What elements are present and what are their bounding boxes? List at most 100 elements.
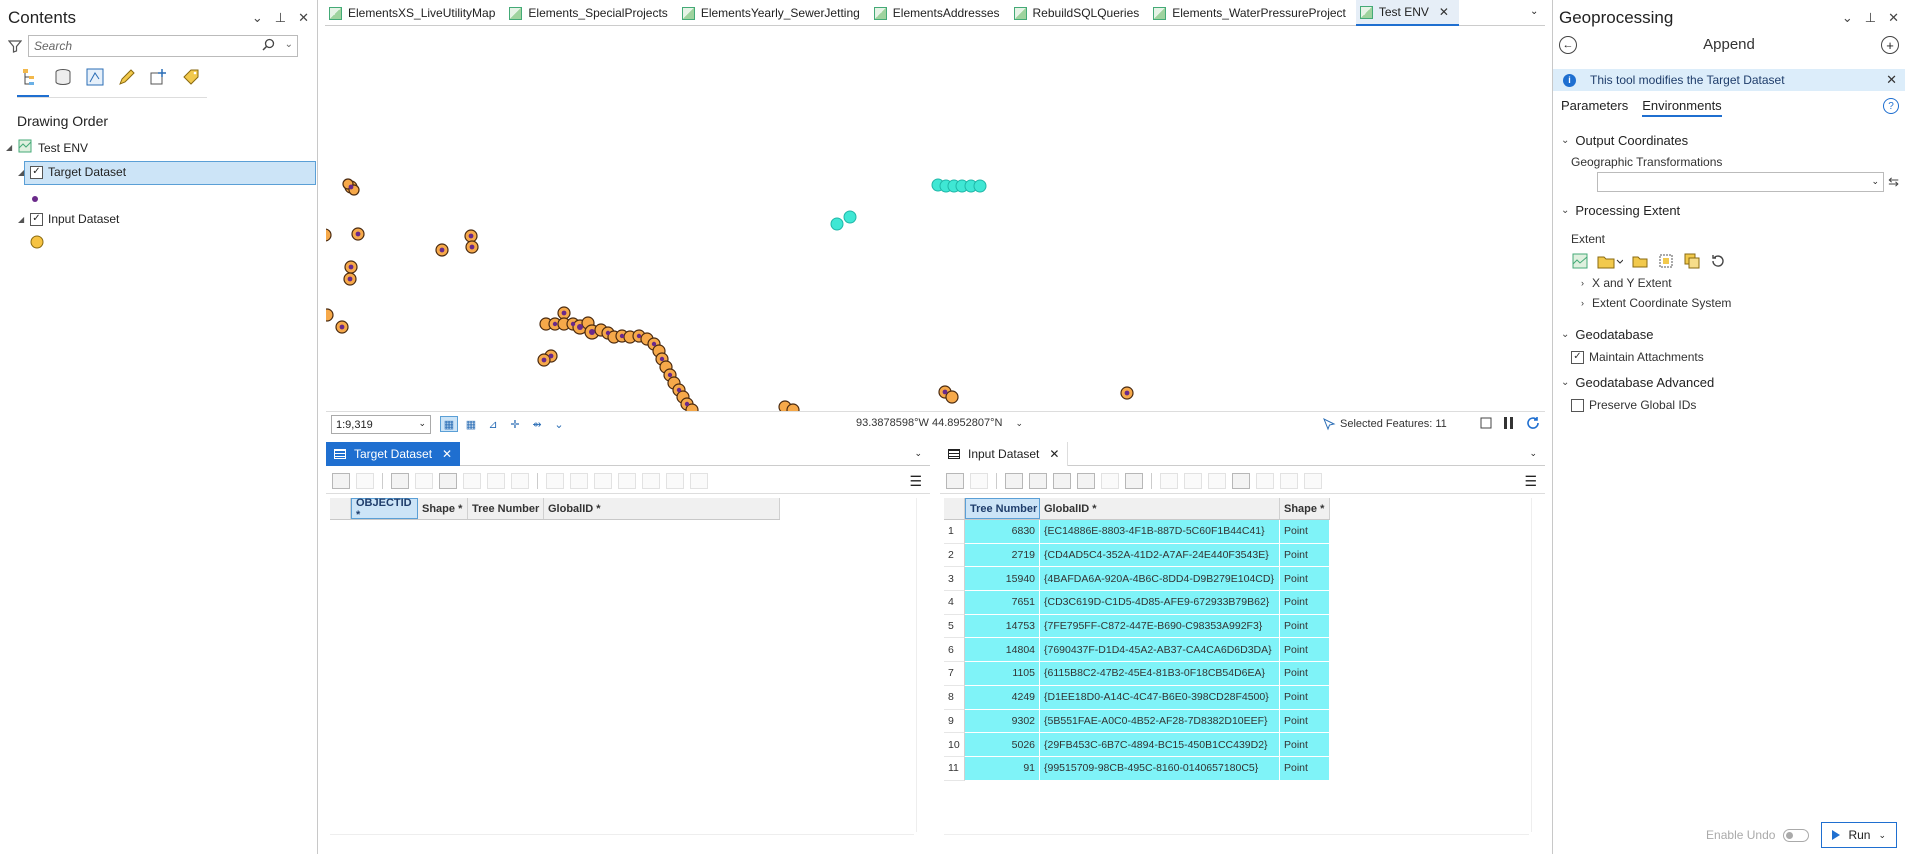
fixed-zoom-icon[interactable]: ▦	[440, 416, 458, 432]
row-number[interactable]: 3	[944, 567, 965, 592]
help-icon[interactable]: ?	[1883, 98, 1899, 114]
preserve-global-ids-option[interactable]: Preserve Global IDs	[1571, 398, 1696, 412]
tab-elements-specialprojects[interactable]: Elements_SpecialProjects	[505, 0, 677, 26]
list-by-drawing-order-icon[interactable]	[20, 66, 42, 88]
section-output-coordinates[interactable]: ⌄ Output Coordinates	[1561, 133, 1688, 148]
pin-icon[interactable]: ⊥	[1865, 10, 1876, 26]
cell-globalid[interactable]: {7690437F-D1D4-45A2-AB37-CA4CA6D6D3DA}	[1040, 638, 1280, 663]
chevron-down-icon[interactable]: ⌄	[1529, 448, 1537, 459]
cell-globalid[interactable]: {4BAFDA6A-920A-4B6C-8DD4-D9B279E104CD}	[1040, 567, 1280, 592]
measure-icon[interactable]: ⊿	[484, 416, 502, 432]
switch-highlight-icon[interactable]	[1208, 472, 1226, 489]
row-number[interactable]: 4	[944, 591, 965, 615]
copy-extent-icon[interactable]	[1683, 253, 1701, 269]
row-number[interactable]: 11	[944, 756, 965, 781]
expand-arrow-icon[interactable]: ◢	[6, 143, 18, 152]
row-number[interactable]: 5	[944, 614, 965, 639]
table-row[interactable]: 1 6830 {EC14886E-8803-4F1B-887D-5C60F1B44C…	[944, 520, 1330, 544]
table-row[interactable]: 4 7651 {CD3C619D-C1D5-4D85-AFE9-672933B79B…	[944, 591, 1330, 615]
refresh-icon[interactable]	[1525, 415, 1541, 434]
pause-icon[interactable]	[1503, 416, 1515, 433]
snapping-icon[interactable]: ✛	[506, 416, 524, 432]
close-icon[interactable]: ✕	[442, 447, 452, 461]
layer-visibility-checkbox[interactable]: ✓	[30, 212, 43, 226]
table-row[interactable]: 6 14804 {7690437F-D1D4-45A2-AB37-CA4CA6D6D…	[944, 638, 1330, 663]
horizontal-scrollbar[interactable]	[944, 834, 1529, 848]
field-view-icon[interactable]	[1256, 472, 1274, 489]
chevron-down-icon[interactable]: ⌄	[1878, 830, 1886, 841]
search-input[interactable]: Search ⌄	[28, 35, 298, 57]
menu-icon[interactable]: ☰	[1524, 473, 1537, 490]
geographic-transformations-select[interactable]: ⌄	[1597, 172, 1884, 192]
map-tree-item[interactable]: ◢ Test ENV	[6, 139, 88, 156]
column-header[interactable]: Tree Number	[965, 498, 1040, 519]
cell-tree-number[interactable]: 9302	[965, 709, 1040, 734]
cell-shape[interactable]: Point	[1280, 756, 1330, 781]
cell-globalid[interactable]: {7FE795FF-C872-447E-B690-C98353A992F3}	[1040, 614, 1280, 639]
cell-tree-number[interactable]: 1105	[965, 662, 1040, 686]
show-selected-icon[interactable]	[666, 472, 684, 489]
close-icon[interactable]: ✕	[1886, 72, 1897, 88]
row-number[interactable]: 7	[944, 662, 965, 686]
cell-tree-number[interactable]: 5026	[965, 733, 1040, 757]
back-arrow-icon[interactable]: ←	[1559, 36, 1577, 54]
column-header[interactable]: OBJECTID *	[351, 497, 418, 521]
delete-highlight-icon[interactable]	[1232, 472, 1250, 489]
show-all-icon[interactable]	[690, 472, 708, 489]
list-by-selection-icon[interactable]	[84, 66, 106, 88]
delete-icon[interactable]	[487, 472, 505, 489]
cell-shape[interactable]: Point	[1280, 709, 1330, 734]
section-geodatabase[interactable]: ⌄ Geodatabase	[1561, 327, 1653, 342]
list-by-labeling-icon[interactable]	[180, 66, 202, 88]
draw-extent-icon[interactable]	[1657, 253, 1675, 269]
extent-coordinate-system-expander[interactable]: › Extent Coordinate System	[1581, 296, 1731, 310]
switch-selection-icon[interactable]	[439, 472, 457, 489]
cell-globalid[interactable]: {CD4AD5C4-352A-41D2-A7AF-24E440F3543E}	[1040, 543, 1280, 568]
map-canvas[interactable]	[326, 27, 1545, 411]
pin-icon[interactable]: ⊥	[275, 10, 286, 26]
field-view-icon[interactable]	[642, 472, 660, 489]
row-number[interactable]: 1	[944, 520, 965, 544]
show-selected-icon[interactable]	[1280, 472, 1298, 489]
close-icon[interactable]: ✕	[298, 10, 309, 26]
row-number[interactable]: 2	[944, 543, 965, 568]
select-all-corner[interactable]	[944, 498, 965, 519]
select-all-corner[interactable]	[330, 498, 351, 519]
cell-tree-number[interactable]: 91	[965, 756, 1040, 781]
tab-elementsxs-liveutilitymap[interactable]: ElementsXS_LiveUtilityMap	[325, 0, 505, 26]
search-icon[interactable]	[262, 38, 275, 54]
row-number[interactable]: 10	[944, 733, 965, 757]
refresh-tile-icon[interactable]	[1479, 416, 1493, 433]
section-geodatabase-advanced[interactable]: ⌄ Geodatabase Advanced	[1561, 375, 1714, 390]
chevron-down-icon[interactable]: ⌄	[550, 416, 568, 432]
vertical-scrollbar[interactable]	[1531, 498, 1543, 832]
transformation-swap-icon[interactable]: ⇆	[1888, 174, 1899, 190]
tab-elementsaddresses[interactable]: ElementsAddresses	[870, 0, 1010, 26]
unhighlight-icon[interactable]	[1184, 472, 1202, 489]
add-field-icon[interactable]	[946, 472, 964, 489]
target-symbol-icon[interactable]	[31, 192, 39, 206]
table-row[interactable]: 9 9302 {5B551FAE-A0C0-4B52-AF28-7D8382D10E…	[944, 709, 1330, 734]
filter-icon[interactable]	[6, 37, 24, 55]
tabs-overflow-chevron-icon[interactable]: ⌄	[1530, 6, 1538, 17]
xy-extent-expander[interactable]: › X and Y Extent	[1581, 276, 1672, 290]
cell-shape[interactable]: Point	[1280, 614, 1330, 639]
expand-arrow-icon[interactable]: ◢	[18, 168, 30, 177]
cell-shape[interactable]: Point	[1280, 567, 1330, 592]
maintain-attachments-option[interactable]: ✓ Maintain Attachments	[1571, 350, 1704, 364]
maintain-attachments-checkbox[interactable]: ✓	[1571, 350, 1584, 364]
cell-shape[interactable]: Point	[1280, 520, 1330, 544]
table-row[interactable]: 11 91 {99515709-98CB-495C-8160-0140657180C…	[944, 756, 1330, 781]
tab-rebuildsqlqueries[interactable]: RebuildSQLQueries	[1010, 0, 1150, 26]
tab-test-env[interactable]: Test ENV ✕	[1355, 0, 1459, 26]
zoom-to-icon[interactable]	[415, 472, 433, 489]
cell-tree-number[interactable]: 14753	[965, 614, 1040, 639]
zoom-to-icon[interactable]	[1029, 472, 1047, 489]
add-icon[interactable]: +	[1881, 36, 1899, 54]
section-processing-extent[interactable]: ⌄ Processing Extent	[1561, 203, 1680, 218]
column-header[interactable]: Tree Number	[468, 498, 544, 519]
delete-highlight-icon[interactable]	[618, 472, 636, 489]
column-header[interactable]: Shape *	[1280, 498, 1330, 519]
chevron-down-icon[interactable]: ⌄	[252, 10, 263, 26]
select-by-attributes-icon[interactable]	[391, 472, 409, 489]
